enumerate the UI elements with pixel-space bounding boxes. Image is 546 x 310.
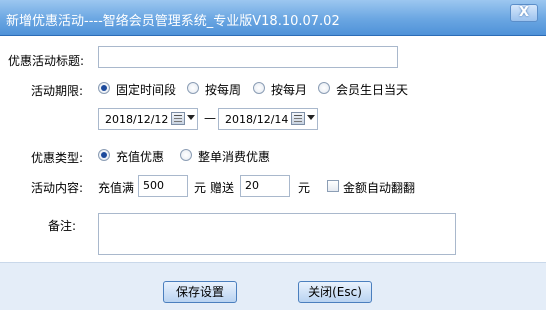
date-separator: — [204, 111, 216, 125]
start-date-value: 2018/12/12 [105, 113, 169, 126]
close-button[interactable]: 关闭(Esc) [298, 281, 372, 303]
calendar-icon[interactable] [171, 112, 185, 125]
period-label: 活动期限: [31, 84, 84, 98]
activity-title-input[interactable] [98, 46, 398, 68]
period-fixed-radio[interactable] [98, 82, 110, 94]
dialog-footer: 保存设置 关闭(Esc) [0, 262, 546, 310]
calendar-icon[interactable] [291, 112, 305, 125]
period-birthday-label[interactable]: 会员生日当天 [336, 81, 408, 98]
period-monthly-radio[interactable] [253, 82, 265, 94]
type-recharge-label[interactable]: 充值优惠 [116, 148, 164, 165]
chevron-down-icon[interactable] [307, 115, 315, 120]
activity-title-label: 优惠活动标题: [8, 54, 85, 68]
activity-content-label: 活动内容: [31, 181, 84, 195]
close-window-button[interactable]: X [510, 4, 538, 22]
yuan-unit-label: 元 [298, 181, 311, 195]
recharge-prefix-label: 充值满 [98, 181, 135, 195]
auto-double-checkbox[interactable] [327, 180, 339, 192]
period-fixed-label[interactable]: 固定时间段 [116, 81, 176, 98]
chevron-down-icon[interactable] [187, 115, 195, 120]
period-birthday-radio[interactable] [318, 82, 330, 94]
period-weekly-radio[interactable] [187, 82, 199, 94]
type-recharge-radio[interactable] [98, 149, 110, 161]
type-order-label[interactable]: 整单消费优惠 [198, 148, 270, 165]
yuan-unit-label: 元 [194, 181, 207, 195]
type-order-radio[interactable] [180, 149, 192, 161]
form-body: 优惠活动标题: 活动期限: 固定时间段 按每周 按每月 会员生日当天 2018/… [0, 37, 546, 262]
title-bar: 新增优惠活动----智络会员管理系统_专业版V18.10.07.02 X [0, 0, 546, 36]
period-monthly-label[interactable]: 按每月 [271, 81, 307, 98]
auto-double-label[interactable]: 金额自动翻翻 [343, 179, 415, 196]
gift-label: 赠送 [210, 181, 235, 195]
window-title: 新增优惠活动----智络会员管理系统_专业版V18.10.07.02 [6, 14, 340, 29]
note-label: 备注: [48, 219, 77, 233]
end-date-value: 2018/12/14 [225, 113, 289, 126]
recharge-amount-input[interactable]: 500 [138, 175, 188, 197]
end-date-picker[interactable]: 2018/12/14 [218, 108, 318, 130]
promo-type-label: 优惠类型: [31, 151, 84, 165]
save-button[interactable]: 保存设置 [163, 281, 237, 303]
start-date-picker[interactable]: 2018/12/12 [98, 108, 198, 130]
gift-amount-input[interactable]: 20 [240, 175, 290, 197]
period-weekly-label[interactable]: 按每周 [205, 81, 241, 98]
note-textarea[interactable] [98, 213, 456, 255]
